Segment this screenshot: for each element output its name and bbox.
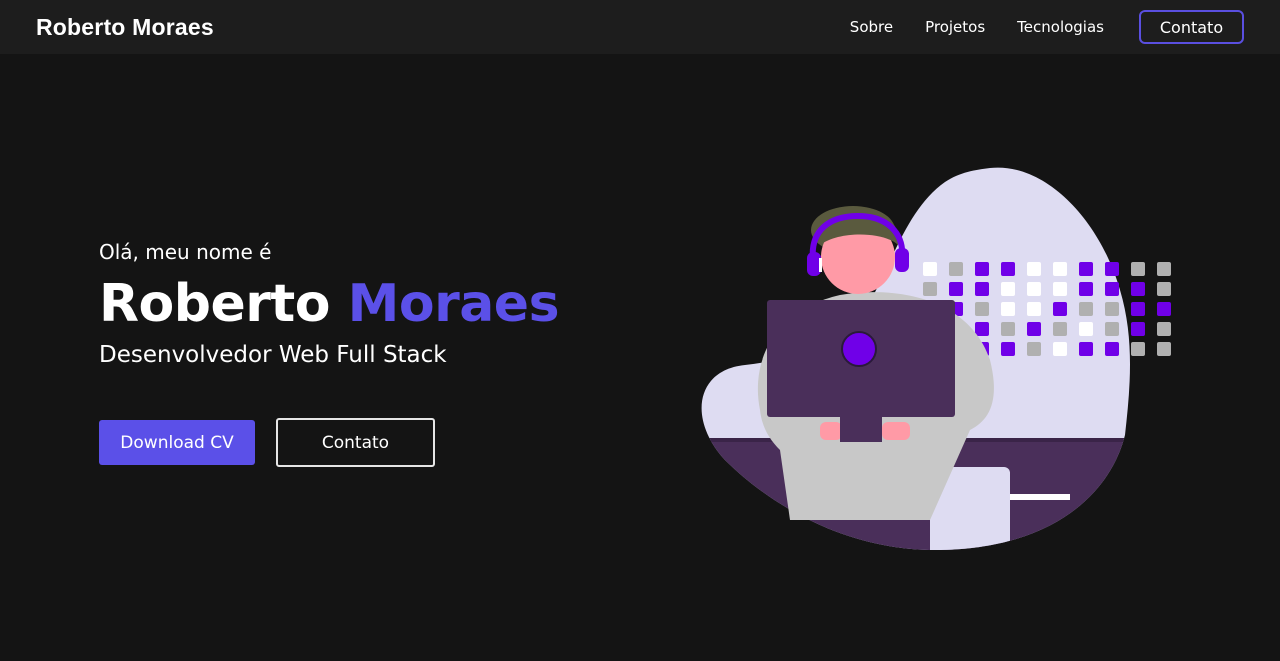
monitor-logo <box>841 331 877 367</box>
brand-logo[interactable]: Roberto Moraes <box>36 14 214 41</box>
right-hand <box>882 422 910 440</box>
nav-link-sobre[interactable]: Sobre <box>850 18 893 36</box>
navbar: Roberto Moraes Sobre Projetos Tecnologia… <box>0 0 1280 54</box>
hero-buttons: Download CV Contato <box>99 418 435 467</box>
hero-greeting: Olá, meu nome é <box>99 240 272 264</box>
nav-link-projetos[interactable]: Projetos <box>925 18 985 36</box>
nav-links: Sobre Projetos Tecnologias Contato <box>818 10 1244 44</box>
monitor-stand <box>840 417 882 442</box>
left-hand <box>820 422 842 440</box>
hero-name: Roberto Moraes <box>99 272 560 336</box>
nav-contact-button[interactable]: Contato <box>1139 10 1244 44</box>
hero-contact-button[interactable]: Contato <box>276 418 435 467</box>
hero-section: Olá, meu nome é Roberto Moraes Desenvolv… <box>99 240 560 368</box>
hero-name-last: Moraes <box>347 274 560 334</box>
nav-link-tecnologias[interactable]: Tecnologias <box>1017 18 1104 36</box>
developer-at-computer-illustration <box>701 167 1171 551</box>
hero-role: Desenvolvedor Web Full Stack <box>99 342 447 368</box>
shelf-line <box>1010 494 1070 500</box>
hero-name-first: Roberto <box>99 274 330 334</box>
download-cv-button[interactable]: Download CV <box>99 420 255 465</box>
